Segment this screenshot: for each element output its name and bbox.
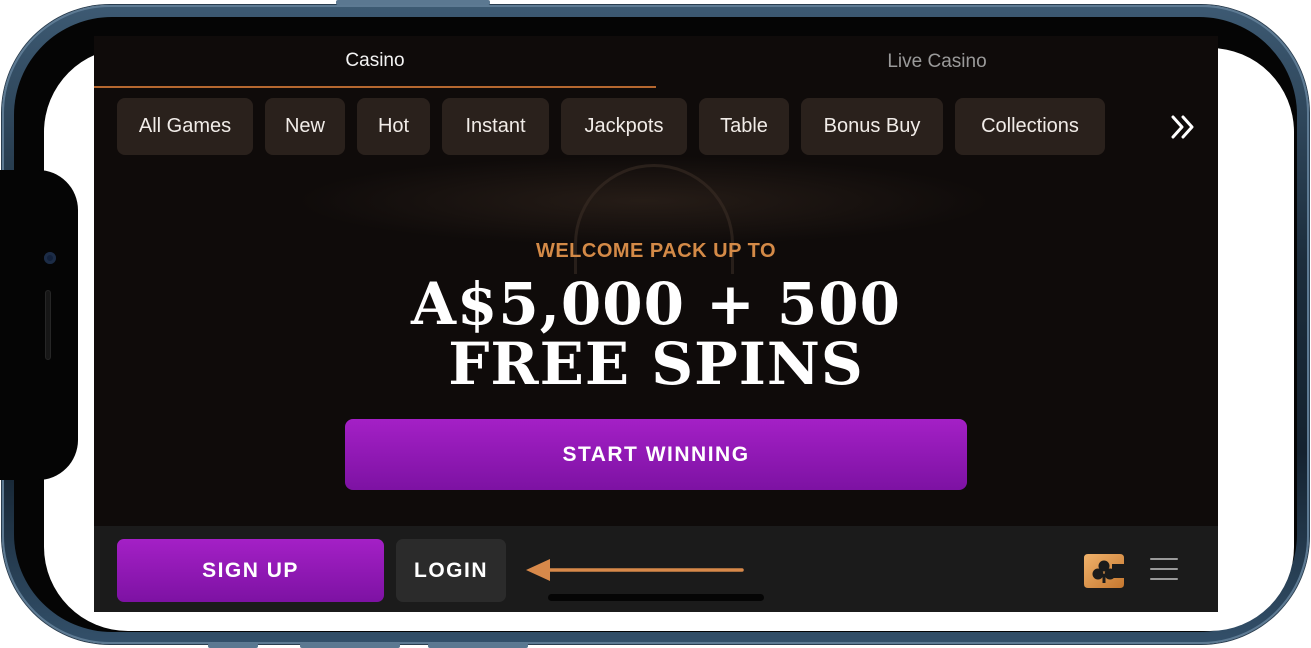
tab-live-casino[interactable]: Live Casino (656, 36, 1218, 88)
category-bonus-buy[interactable]: Bonus Buy (801, 98, 943, 155)
phone-notch (0, 170, 78, 480)
tab-bar: Casino Live Casino (94, 36, 1218, 88)
tab-casino[interactable]: Casino (94, 36, 656, 88)
category-collections[interactable]: Collections (955, 98, 1105, 155)
volume-button (428, 643, 528, 648)
hamburger-menu-icon[interactable] (1150, 558, 1178, 582)
double-chevron-right-icon[interactable] (1168, 112, 1198, 142)
camera-icon (44, 252, 56, 264)
sign-up-button[interactable]: SIGN UP (117, 539, 384, 602)
casino-app: Casino Live Casino All Games New Hot Ins… (94, 36, 1218, 612)
speaker-grille (45, 290, 51, 360)
home-indicator (548, 594, 764, 601)
promo-eyebrow: WELCOME PACK UP TO (535, 240, 777, 262)
category-hot[interactable]: Hot (357, 98, 430, 155)
volume-button (300, 643, 400, 648)
promo-headline-spins: FREE SPINS (448, 330, 864, 398)
left-arrow-icon (526, 559, 744, 581)
side-button (336, 0, 490, 5)
start-winning-button[interactable]: START WINNING (345, 419, 967, 490)
promo-headline-amount: A$5,000 + 500 (410, 270, 902, 338)
category-new[interactable]: New (265, 98, 345, 155)
category-jackpots[interactable]: Jackpots (561, 98, 687, 155)
category-table[interactable]: Table (699, 98, 789, 155)
category-bar: All Games New Hot Instant Jackpots Table… (94, 98, 1218, 155)
club-logo-icon[interactable] (1082, 550, 1126, 592)
volume-button (208, 643, 258, 648)
category-instant[interactable]: Instant (442, 98, 549, 155)
category-all-games[interactable]: All Games (117, 98, 253, 155)
login-button[interactable]: LOGIN (396, 539, 506, 602)
